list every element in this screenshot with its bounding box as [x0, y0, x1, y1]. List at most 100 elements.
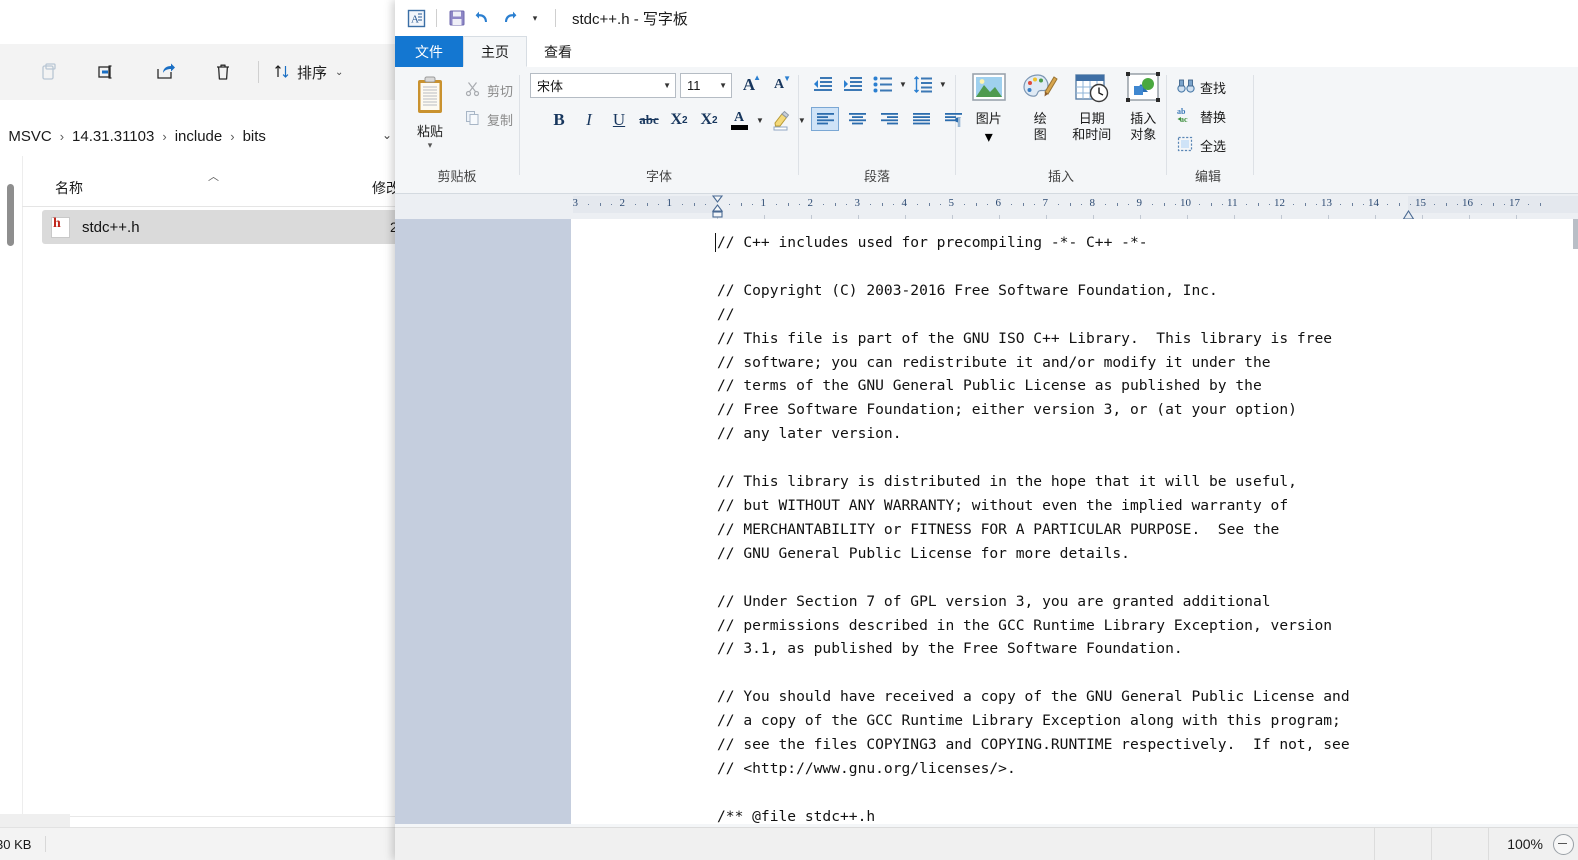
customize-caret-icon[interactable]: ▾: [522, 5, 548, 31]
navigation-scrollbar[interactable]: [7, 184, 14, 246]
ruler-tick: [1116, 203, 1118, 206]
ruler-tick: [646, 203, 648, 206]
copy-icon[interactable]: [20, 54, 78, 90]
object-icon: [1124, 72, 1162, 109]
ruler-dot: [1010, 204, 1012, 205]
binoculars-icon: [1177, 78, 1195, 97]
document-area[interactable]: // C++ includes used for precompiling -*…: [395, 219, 1578, 824]
italic-button[interactable]: I: [576, 107, 602, 133]
ruler-dot: [1198, 204, 1200, 205]
breadcrumb-item-1[interactable]: 14.31.31103: [72, 128, 154, 145]
redo-icon[interactable]: [496, 5, 522, 31]
replace-icon: ab ac: [1177, 107, 1195, 126]
chevron-down-icon[interactable]: ▼: [756, 116, 764, 125]
justify-button[interactable]: [907, 107, 935, 131]
save-icon[interactable]: [444, 5, 470, 31]
superscript-button[interactable]: X2: [696, 107, 722, 133]
breadcrumb-sep: ›: [162, 128, 167, 144]
replace-button[interactable]: ab ac 替换: [1175, 103, 1226, 129]
rename-icon[interactable]: [78, 54, 136, 90]
ruler-number: 13: [1321, 197, 1332, 209]
file-name: stdc++.h: [82, 218, 140, 236]
bullets-button[interactable]: [869, 72, 897, 96]
breadcrumb[interactable]: › MSVC › 14.31.31103 › include › bits ⌄: [0, 116, 400, 156]
font-size-combo[interactable]: 11 ▼: [680, 72, 732, 98]
ruler-number: 2: [619, 197, 626, 209]
ruler[interactable]: 3 2 1 1 2 3 4 5 6 7 8 9 10 11 12 13 14 15 16 17: [395, 194, 1578, 220]
share-icon[interactable]: [136, 54, 194, 90]
ruler-dot: [1316, 204, 1318, 205]
ruler-tick: [834, 203, 836, 206]
find-button[interactable]: 查找: [1175, 74, 1226, 100]
undo-icon[interactable]: [470, 5, 496, 31]
font-family-combo[interactable]: 宋体 ▼: [530, 72, 676, 98]
sort-button[interactable]: 排序 ⌄: [265, 55, 351, 89]
ribbon: 粘贴 ▾ 剪切 复制 剪贴板 宋体 ▼ 11 ▼ A ▲ A ▼ B I U a…: [395, 67, 1578, 194]
insert-drawing-label: 绘 图: [1033, 111, 1047, 142]
table-row[interactable]: stdc++.h 201: [42, 210, 400, 244]
strikethrough-button[interactable]: abc: [636, 107, 662, 133]
group-label-editing: 编辑: [1194, 169, 1221, 184]
text-color-button[interactable]: A: [726, 107, 752, 133]
tab-home[interactable]: 主页: [463, 36, 527, 67]
cut-icon[interactable]: [0, 54, 20, 90]
insert-drawing-button[interactable]: 绘 图: [1018, 72, 1064, 143]
breadcrumb-item-0[interactable]: MSVC: [8, 128, 51, 145]
first-line-indent-marker[interactable]: [711, 195, 724, 219]
column-header-name[interactable]: 名称: [55, 178, 83, 198]
breadcrumb-expand-icon[interactable]: ⌄: [382, 128, 392, 142]
line-spacing-button[interactable]: [909, 72, 937, 96]
grow-font-button[interactable]: A ▲: [736, 72, 762, 98]
ruler-dot: [987, 204, 989, 205]
highlight-button[interactable]: [768, 107, 794, 133]
ruler-number: 9: [1136, 197, 1143, 209]
select-all-button[interactable]: 全选: [1175, 132, 1226, 158]
align-center-button[interactable]: [843, 107, 871, 131]
chevron-down-icon[interactable]: ▼: [899, 80, 907, 89]
delete-icon[interactable]: [194, 54, 252, 90]
increase-indent-button[interactable]: [839, 72, 867, 96]
paste-button[interactable]: 粘贴 ▾: [399, 72, 461, 151]
calendar-clock-icon: [1073, 72, 1111, 109]
ruler-tick: [975, 203, 977, 206]
tab-view[interactable]: 查看: [527, 36, 589, 67]
list-divider: [22, 816, 400, 817]
document-text[interactable]: // C++ includes used for precompiling -*…: [717, 231, 1350, 824]
chevron-down-icon[interactable]: ▾: [985, 127, 993, 147]
window-title: stdc++.h - 写字板: [572, 10, 688, 28]
insert-object-button[interactable]: 插入 对象: [1121, 72, 1167, 143]
document-page[interactable]: // C++ includes used for precompiling -*…: [571, 219, 1578, 824]
chevron-down-icon[interactable]: ▼: [939, 80, 947, 89]
subscript-button[interactable]: X2: [666, 107, 692, 133]
ruler-tick: [1492, 203, 1494, 206]
align-left-button[interactable]: [811, 107, 839, 131]
insert-datetime-button[interactable]: 日期 和时间: [1069, 72, 1115, 143]
breadcrumb-item-3[interactable]: bits: [243, 128, 266, 145]
ruler-number: 5: [948, 197, 955, 209]
ruler-dot: [1339, 204, 1341, 205]
align-right-button[interactable]: [875, 107, 903, 131]
ruler-dot: [1292, 204, 1294, 205]
copy-button[interactable]: 复制: [461, 106, 517, 132]
decrease-indent-button[interactable]: [809, 72, 837, 96]
insert-picture-button[interactable]: 图片 ▾: [966, 72, 1012, 147]
explorer-status-bar: 30 KB: [0, 827, 400, 860]
tab-file[interactable]: 文件: [395, 36, 463, 67]
ruler-number: 15: [1415, 197, 1426, 209]
underline-button[interactable]: U: [606, 107, 632, 133]
ruler-dot: [1480, 204, 1482, 205]
ruler-number: 7: [1042, 197, 1049, 209]
ruler-dot: [869, 204, 871, 205]
cut-button[interactable]: 剪切: [461, 77, 517, 103]
ruler-tick: [1210, 203, 1212, 206]
bold-button[interactable]: B: [546, 107, 572, 133]
font-controls-row-2: B I U abc X2 X2 A ▼ ▼: [546, 107, 806, 133]
zoom-out-button[interactable]: [1553, 833, 1574, 855]
chevron-down-icon[interactable]: ▾: [428, 140, 433, 151]
zoom-control[interactable]: 100%: [1488, 828, 1578, 860]
shrink-font-button[interactable]: A ▼: [766, 72, 792, 98]
breadcrumb-item-2[interactable]: include: [175, 128, 223, 145]
ruler-dot: [1245, 204, 1247, 205]
document-scrollbar[interactable]: [1573, 219, 1578, 249]
replace-label: 替换: [1200, 109, 1227, 125]
